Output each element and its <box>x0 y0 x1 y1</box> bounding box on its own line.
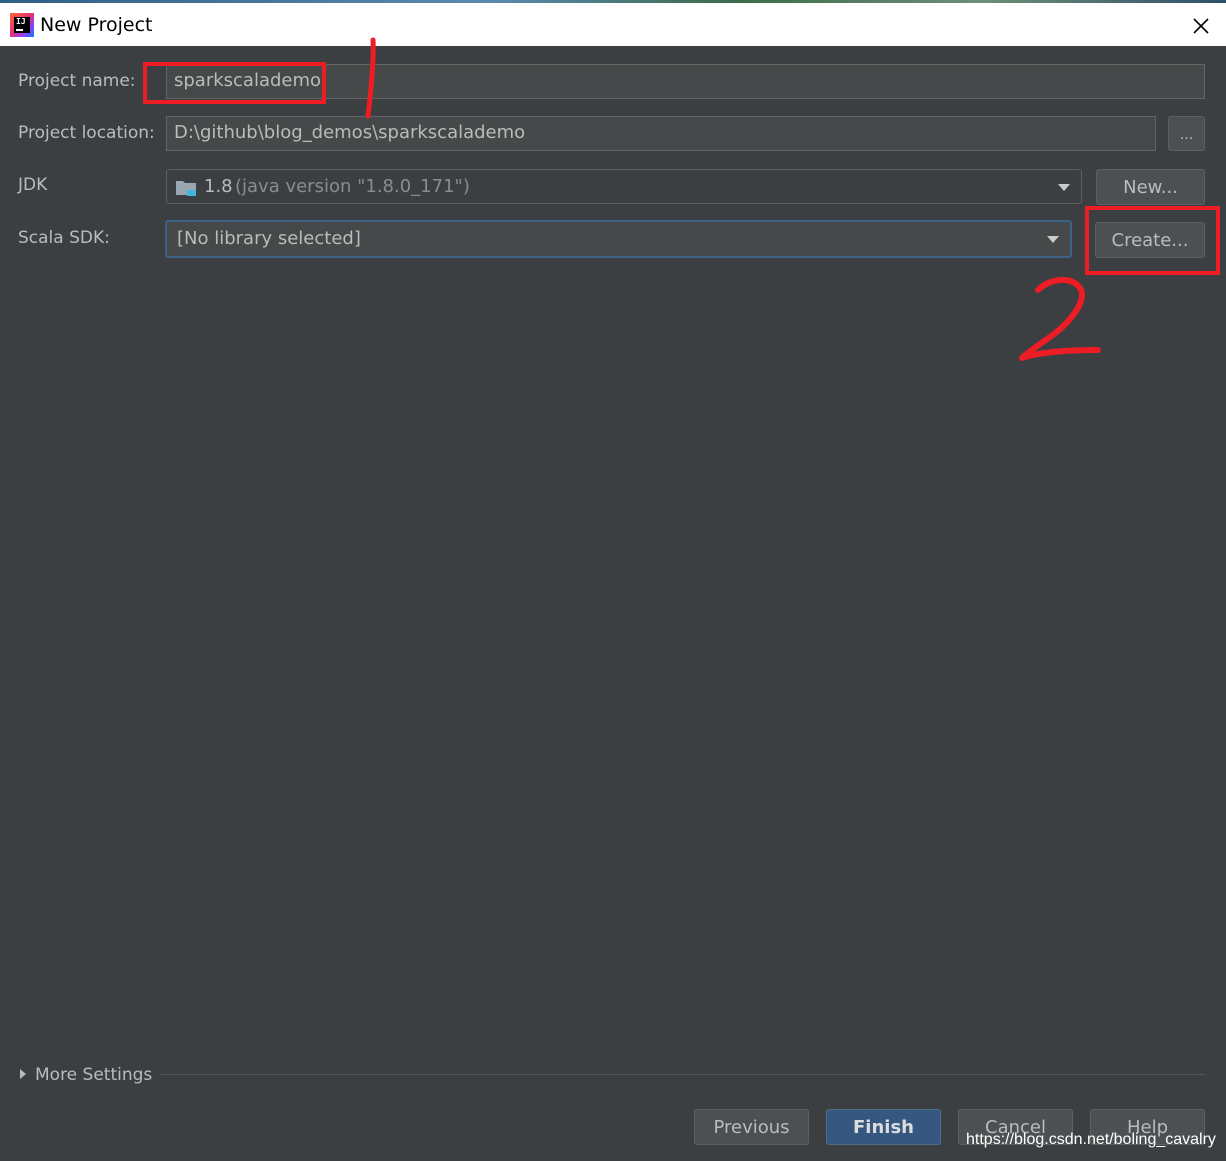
intellij-app-icon: IJ <box>10 13 34 37</box>
scala-sdk-label: Scala SDK: <box>18 228 110 248</box>
more-settings-toggle[interactable]: More Settings <box>18 1064 158 1086</box>
jdk-select[interactable]: 1.8 (java version "1.8.0_171") <box>166 169 1082 204</box>
previous-button[interactable]: Previous <box>694 1109 809 1145</box>
previous-label: Previous <box>713 1117 790 1138</box>
annotation-box-create-button <box>1085 206 1220 275</box>
close-icon[interactable] <box>1186 11 1216 41</box>
project-location-label: Project location: <box>18 123 155 143</box>
new-jdk-button[interactable]: New... <box>1096 169 1205 205</box>
window-title: New Project <box>40 14 153 36</box>
scala-sdk-select[interactable]: [No library selected] <box>165 220 1072 258</box>
folder-icon <box>175 178 197 198</box>
jdk-label: JDK <box>18 175 48 195</box>
title-bar: IJ New Project <box>0 3 1226 46</box>
scala-sdk-dropdown-arrow-icon <box>1047 236 1059 243</box>
browse-location-label: ... <box>1179 127 1194 143</box>
jdk-version: 1.8 <box>204 176 233 197</box>
project-name-label: Project name: <box>18 71 136 91</box>
watermark: https://blog.csdn.net/boling_cavalry <box>966 1131 1216 1148</box>
project-location-input[interactable]: D:\github\blog_demos\sparkscalademo <box>166 116 1156 151</box>
more-settings-divider <box>160 1074 1205 1075</box>
finish-button[interactable]: Finish <box>826 1109 941 1145</box>
expand-triangle-icon <box>20 1069 26 1079</box>
jdk-dropdown-arrow-icon <box>1058 184 1070 191</box>
more-settings-label: More Settings <box>35 1065 153 1085</box>
jdk-version-detail: (java version "1.8.0_171") <box>235 176 470 197</box>
browse-location-button[interactable]: ... <box>1168 116 1205 151</box>
finish-label: Finish <box>853 1117 914 1138</box>
project-location-value: D:\github\blog_demos\sparkscalademo <box>174 122 526 143</box>
annotation-mark-2: 2 <box>1019 277 1101 361</box>
scala-sdk-value: [No library selected] <box>177 228 361 249</box>
annotation-box-project-name <box>143 62 326 104</box>
new-jdk-label: New... <box>1123 177 1178 198</box>
annotation-mark-1: 1 <box>365 37 376 119</box>
